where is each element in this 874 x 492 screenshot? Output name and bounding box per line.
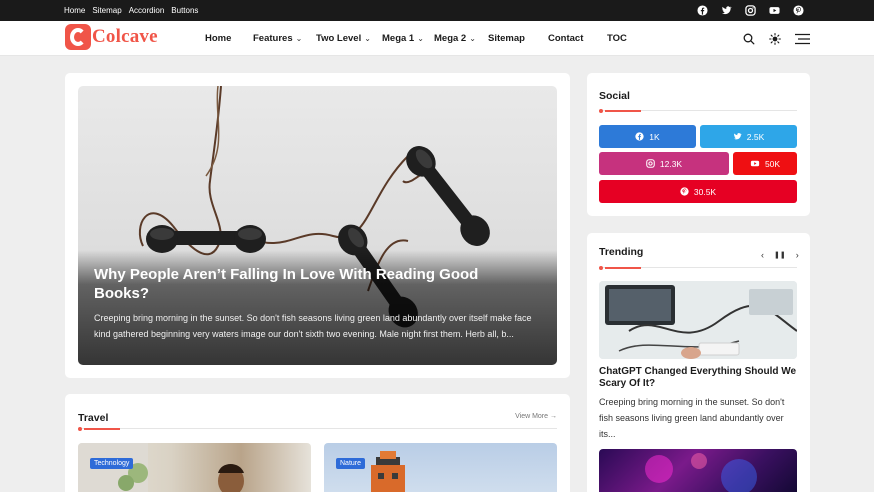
- pause-icon[interactable]: ❚❚: [774, 251, 786, 259]
- social-accent-line: [605, 110, 641, 112]
- trending-widget-title: Trending: [599, 246, 644, 258]
- travel-section-title: Travel: [78, 412, 109, 424]
- twitter-icon[interactable]: [721, 5, 732, 16]
- travel-accent-dot: [78, 427, 82, 431]
- theme-toggle-icon[interactable]: [769, 32, 781, 45]
- social-button-twitter[interactable]: 2.5K: [700, 125, 797, 148]
- social-button-instagram[interactable]: 12.3K: [599, 152, 729, 175]
- nav-contact[interactable]: Contact: [548, 21, 583, 56]
- instagram-icon: [646, 159, 655, 168]
- trending-next-thumb[interactable]: [599, 449, 797, 492]
- neon-lights-image: [645, 453, 757, 492]
- trending-slider-controls: ‹ ❚❚ ›: [761, 250, 799, 260]
- social-accent-dot: [599, 109, 603, 113]
- top-links: Home Sitemap Accordion Buttons: [64, 0, 198, 21]
- chevron-down-icon: ⌄: [364, 34, 371, 43]
- nav-sitemap[interactable]: Sitemap: [488, 21, 525, 56]
- twitter-count: 2.5K: [746, 131, 765, 142]
- chevron-down-icon: ⌄: [295, 34, 303, 43]
- social-button-facebook[interactable]: 1K: [599, 125, 696, 148]
- receiver-left: [146, 225, 266, 253]
- social-button-youtube[interactable]: 50K: [733, 152, 797, 175]
- nav-features[interactable]: Features ⌄: [253, 21, 302, 56]
- trending-accent-dot: [599, 266, 603, 270]
- desk-laptop-image: [599, 281, 797, 359]
- chevron-down-icon: ⌄: [469, 34, 476, 43]
- view-more-label: View More: [515, 413, 549, 420]
- chevron-left-icon[interactable]: ‹: [761, 250, 764, 260]
- top-link-accordion[interactable]: Accordion: [129, 0, 165, 21]
- youtube-icon: [750, 160, 760, 167]
- site-header: Colcave Home Features ⌄ Two Level ⌄ Mega 1…: [0, 21, 874, 56]
- nav-contact-label: Contact: [548, 33, 584, 44]
- travel-divider: [78, 428, 557, 429]
- nav-two-level-label: Two Level: [316, 33, 362, 44]
- search-icon[interactable]: [743, 33, 755, 45]
- top-link-home[interactable]: Home: [64, 0, 85, 21]
- facebook-icon: [635, 132, 644, 141]
- nav-sitemap-label: Sitemap: [488, 33, 525, 44]
- social-widget-title: Social: [599, 90, 630, 102]
- nav-mega-1-label: Mega 1: [382, 33, 415, 44]
- arrow-right-icon: →: [550, 413, 557, 420]
- travel-accent-line: [84, 428, 120, 430]
- pinterest-icon: [680, 187, 689, 196]
- nav-features-label: Features: [253, 33, 293, 44]
- featured-post-excerpt: Creeping bring morning in the sunset. So…: [94, 313, 532, 339]
- nav-two-level[interactable]: Two Level ⌄: [316, 21, 371, 56]
- youtube-count: 50K: [764, 158, 781, 169]
- featured-post-title[interactable]: Why People Aren’t Falling In Love With R…: [94, 265, 534, 303]
- instagram-count: 12.3K: [659, 158, 683, 169]
- trending-post-title[interactable]: ChatGPT Changed Everything Should We Sca…: [599, 366, 799, 390]
- category-badge-nature[interactable]: Nature: [336, 458, 366, 469]
- top-link-buttons[interactable]: Buttons: [171, 0, 198, 21]
- facebook-count: 1K: [649, 131, 660, 142]
- facebook-icon[interactable]: [697, 5, 708, 16]
- nav-toc[interactable]: TOC: [607, 21, 627, 56]
- trending-post-excerpt: Creeping bring morning in the sunset. So…: [599, 397, 785, 439]
- pinterest-icon[interactable]: [793, 5, 804, 16]
- view-more-link[interactable]: View More →: [515, 413, 557, 420]
- nav-mega-2-label: Mega 2: [434, 33, 467, 44]
- top-link-sitemap[interactable]: Sitemap: [92, 0, 121, 21]
- header-actions: [743, 21, 810, 56]
- pinterest-count: 30.5K: [693, 186, 717, 197]
- top-bar: Home Sitemap Accordion Buttons: [0, 0, 874, 21]
- trending-accent-line: [605, 267, 641, 269]
- chevron-down-icon: ⌄: [417, 34, 424, 43]
- chevron-right-icon[interactable]: ›: [796, 250, 799, 260]
- instagram-icon[interactable]: [745, 5, 756, 16]
- youtube-icon[interactable]: [769, 5, 780, 16]
- social-button-pinterest[interactable]: 30.5K: [599, 180, 797, 203]
- top-social-links: [697, 0, 804, 21]
- nav-home-label: Home: [205, 33, 232, 44]
- nav-home[interactable]: Home: [205, 21, 231, 56]
- twitter-icon: [733, 133, 742, 140]
- nav-mega-2[interactable]: Mega 2 ⌄: [434, 21, 476, 56]
- category-badge-technology[interactable]: Technology: [90, 458, 134, 469]
- nav-mega-1[interactable]: Mega 1 ⌄: [382, 21, 424, 56]
- trending-post-thumb[interactable]: [599, 281, 797, 359]
- menu-icon[interactable]: [795, 33, 810, 45]
- nav-toc-label: TOC: [607, 33, 627, 44]
- featured-post[interactable]: Why People Aren’t Falling In Love With R…: [78, 86, 557, 365]
